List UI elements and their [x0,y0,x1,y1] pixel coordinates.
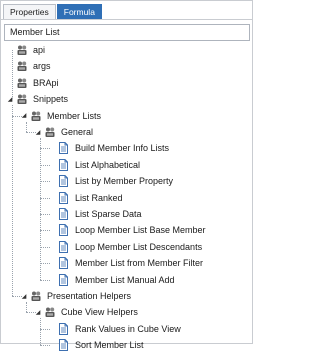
document-icon [58,240,70,253]
tree-guide-line [40,138,41,280]
tree-root-guide [12,50,13,100]
tree-item-label: Loop Member List Base Member [75,225,206,236]
namespace-icon [16,77,28,89]
tree-item-label: api [33,45,46,55]
tree-guide-line [40,318,41,346]
document-icon [58,191,70,204]
document-icon [58,322,70,335]
tree-item-document[interactable]: List by Member Property [48,173,173,189]
tree-item-label: General [61,127,94,137]
tree-item-document[interactable]: List Sparse Data [48,206,142,222]
tree-item-label: List Ranked [75,192,123,203]
tree-item-label: List Sparse Data [75,209,142,219]
tree-item-document[interactable]: Loop Member List Base Member [48,222,206,238]
tree-guide-line [12,105,13,296]
tree-item-document[interactable]: Sort Member List [48,337,144,353]
tree-item-label: Member List Manual Add [75,274,175,285]
tree-guide-line [26,121,27,132]
namespace-icon [30,290,42,302]
document-icon [58,175,70,188]
tree-item-document[interactable]: List Alphabetical [48,157,140,173]
document-icon [58,273,70,286]
tree-connector [40,148,50,150]
tree-item-label: BRApi [33,77,59,88]
tree-connector [40,263,50,265]
tree-item-document[interactable]: List Ranked [48,190,123,206]
tree-item-namespace[interactable]: ◢ Snippets [6,91,68,107]
tree-item-label: args [33,61,51,72]
tree-connector [40,328,50,330]
tab-strip: Properties Formula [3,4,103,19]
tree-item-label: Build Member Info Lists [75,143,170,154]
tree-item-document[interactable]: Build Member Info Lists [48,140,169,156]
tab-formula[interactable]: Formula [56,4,102,19]
tree-connector [40,230,50,232]
tree-item-namespace[interactable]: BRApi [6,75,59,91]
tree-item-label: Snippets [33,94,69,105]
document-icon [58,339,70,352]
formula-panel: Properties Formula Member List api args BR… [0,0,253,352]
tree-item-namespace[interactable]: ◢ Cube View Helpers [34,304,138,320]
tree-guide-line [26,302,27,313]
tree-connector [40,181,50,183]
member-tree: api args BRApi ◢ Snippets ◢ Member Lists ◢ Gener… [4,41,249,352]
tree-connector [40,164,50,166]
tree-connector [26,312,36,314]
tree-item-label: Presentation Helpers [47,291,132,301]
tree-item-label: Member List from Member Filter [75,258,204,269]
tree-item-label: Member Lists [47,110,102,121]
tree-item-label: Cube View Helpers [61,307,138,318]
tree-item-label: Sort Member List [75,340,144,351]
tree-item-document[interactable]: Member List from Member Filter [48,255,203,271]
tree-connector [26,132,36,133]
document-icon [58,142,70,155]
tab-divider [1,19,252,20]
tree-item-namespace[interactable]: ◢ Presentation Helpers [20,288,131,304]
tree-connector [40,197,50,199]
tree-connector [40,279,50,281]
namespace-icon [30,110,42,122]
tree-connector [12,296,22,297]
tree-connector [40,345,50,347]
tree-item-namespace[interactable]: ◢ General [34,124,93,140]
tree-item-label: List Alphabetical [75,159,141,170]
tree-item-label: Loop Member List Descendants [75,241,203,252]
tree-connector [40,214,50,215]
tree-item-document[interactable]: Loop Member List Descendants [48,239,202,255]
header-title: Member List [10,27,60,37]
namespace-icon [16,93,28,105]
tab-properties[interactable]: Properties [3,4,56,19]
tree-item-label: List by Member Property [75,176,174,187]
tree-item-document[interactable]: Rank Values in Cube View [48,321,181,337]
document-icon [58,158,70,171]
namespace-icon [44,306,56,318]
namespace-icon [16,60,28,72]
document-icon [58,257,70,270]
tree-item-label: Rank Values in Cube View [75,323,181,334]
tree-item-namespace[interactable]: ◢ Member Lists [20,108,101,124]
tree-item-document[interactable]: Member List Manual Add [48,272,175,288]
member-list-header: Member List [4,24,250,41]
tree-connector [40,246,50,248]
namespace-icon [44,126,56,138]
document-icon [58,224,70,237]
namespace-icon [16,44,28,56]
document-icon [58,208,70,220]
tree-connector [12,115,22,117]
